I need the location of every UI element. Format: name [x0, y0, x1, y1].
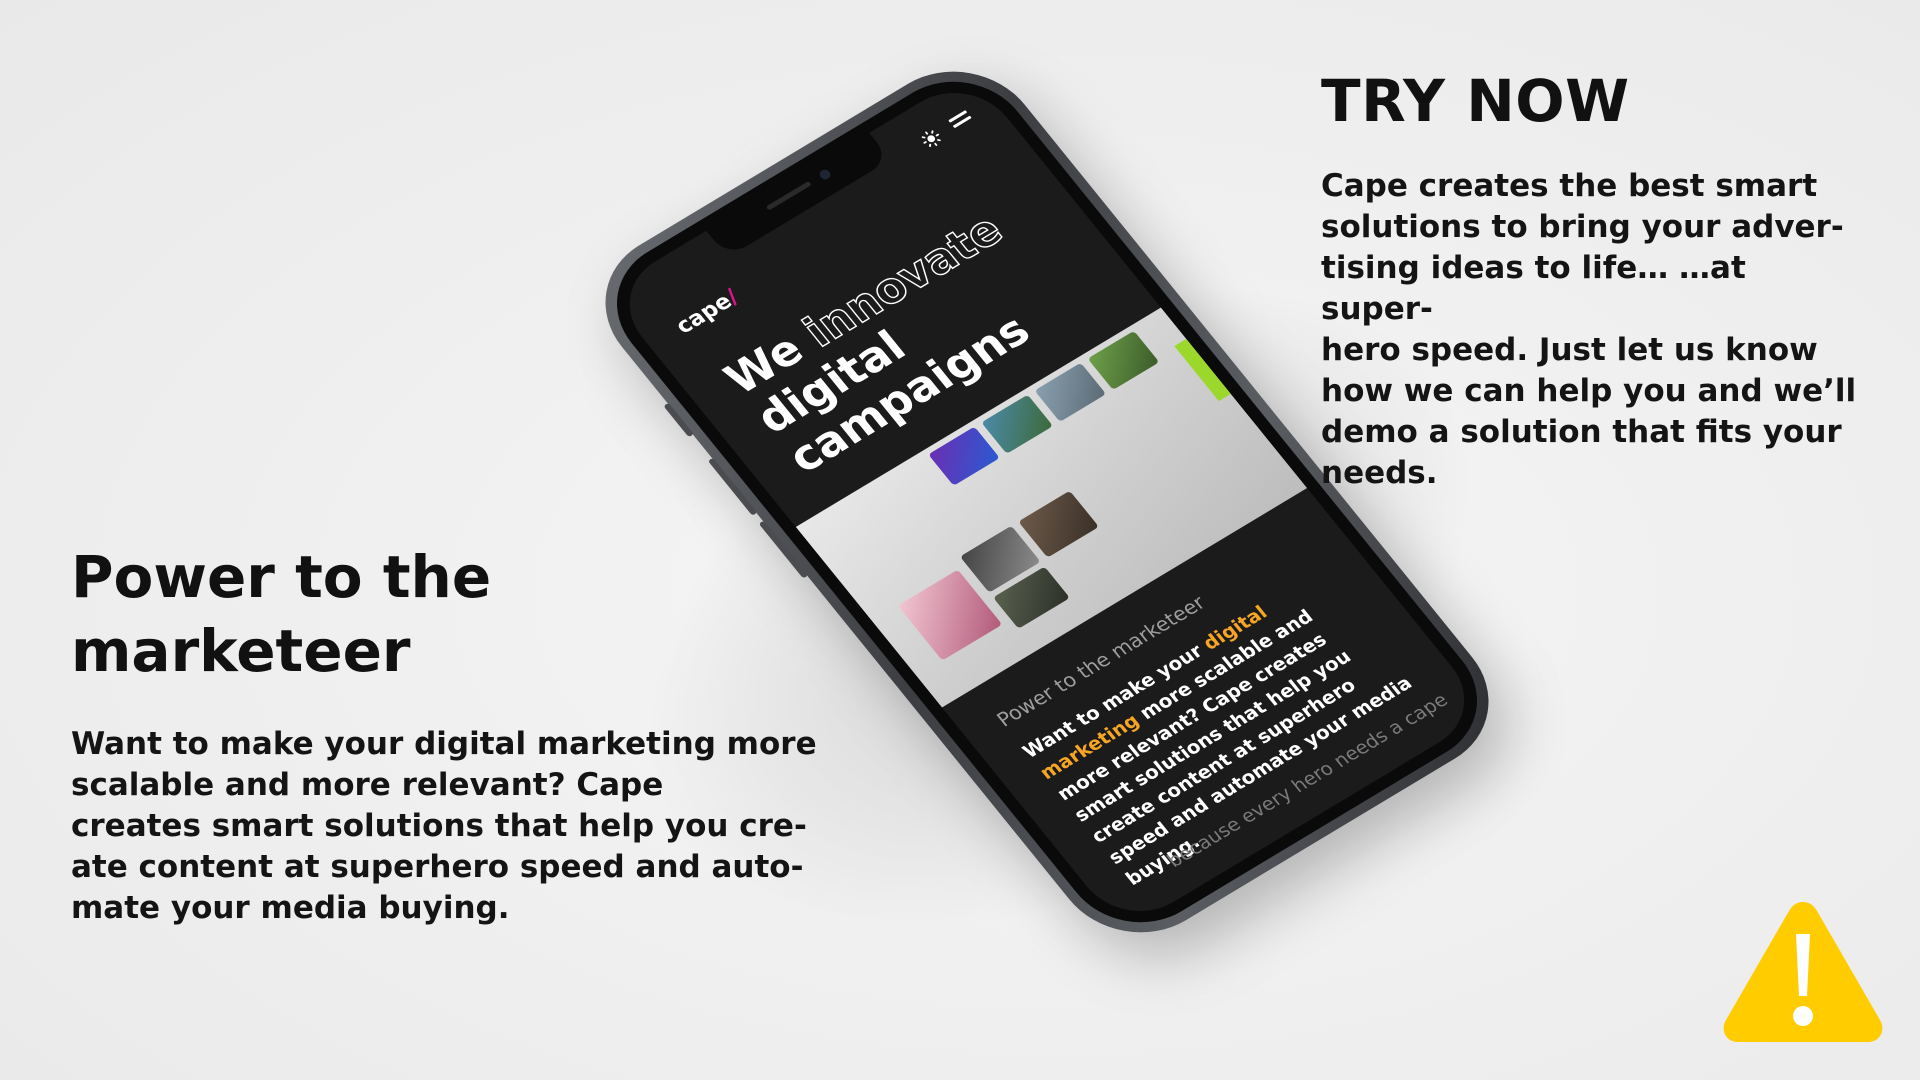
thumbnail-image [1034, 362, 1107, 422]
warning-triangle-icon[interactable] [1720, 896, 1886, 1046]
try-now-section: TRY NOW Cape creates the best smart solu… [1321, 72, 1861, 494]
page: cape/ We innovate digital campaigns Powe… [0, 0, 1920, 1080]
marketeer-heading: Power to the marketeer [71, 543, 492, 685]
thumbnail-image [1018, 490, 1099, 558]
try-now-heading: TRY NOW [1321, 67, 1630, 135]
sun-icon[interactable] [918, 127, 945, 150]
try-now-body: Cape creates the best smart solutions to… [1321, 168, 1857, 491]
front-camera [817, 168, 833, 181]
cape-logo[interactable]: cape/ [671, 285, 744, 339]
thumbnail-image [981, 394, 1054, 454]
marketeer-body: Want to make your digital marketing more… [71, 726, 817, 926]
thumbnail-image [1087, 330, 1160, 390]
thumbnail-image [928, 426, 1000, 486]
hamburger-menu-icon[interactable] [948, 110, 974, 131]
marketeer-section: Power to the marketeer Want to make your… [71, 540, 831, 929]
